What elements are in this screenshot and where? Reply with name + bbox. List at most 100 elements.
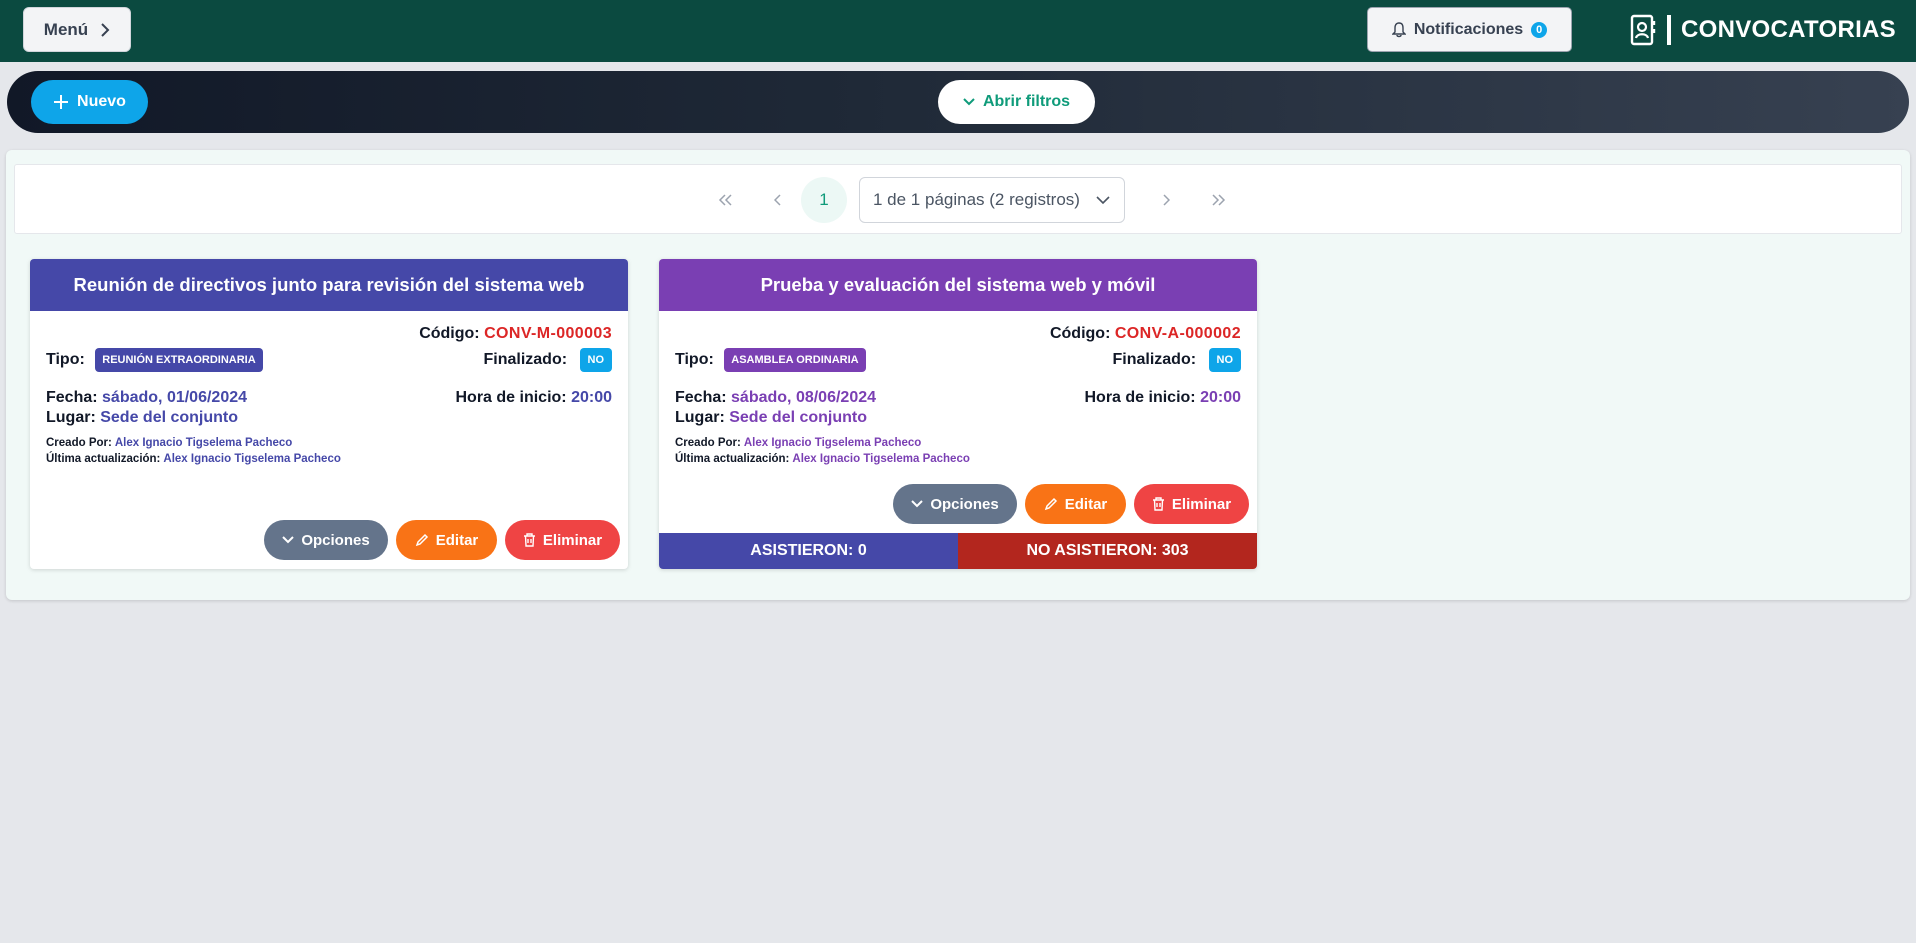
code-value: CONV-A-000002 (1114, 325, 1241, 342)
start-time-value: 20:00 (1200, 389, 1241, 406)
updated-by-row: Última actualización: Alex Ignacio Tigsel… (46, 453, 341, 465)
created-by-label: Creado Por: (675, 437, 741, 449)
delete-button[interactable]: Eliminar (505, 520, 620, 560)
created-by-label: Creado Por: (46, 437, 112, 449)
bell-icon (1391, 21, 1406, 37)
top-navbar: Menú Notificaciones 0 CONVOCATORIAS (0, 0, 1916, 62)
start-time-row: Hora de inicio: 20:00 (1085, 389, 1242, 407)
type-row: Tipo: REUNIÓN EXTRAORDINARIA (46, 348, 263, 372)
pagination-bar: 1 1 de 1 páginas (2 registros) (14, 164, 1902, 234)
type-label: Tipo: (675, 351, 714, 369)
date-row: Fecha: sábado, 08/06/2024 (675, 389, 876, 407)
card-body: Código: CONV-M-000003 Tipo: REUNIÓN EXTR… (30, 311, 628, 569)
created-by-value: Alex Ignacio Tigselema Pacheco (114, 437, 293, 449)
delete-button[interactable]: Eliminar (1134, 484, 1249, 524)
section-brand: CONVOCATORIAS (1629, 12, 1896, 48)
double-chevron-left-icon (718, 194, 732, 206)
previous-page-button[interactable] (755, 177, 801, 223)
pencil-icon (415, 533, 428, 547)
start-time-row: Hora de inicio: 20:00 (456, 389, 613, 407)
finished-label: Finalizado: (1112, 351, 1197, 369)
edit-label: Editar (1064, 495, 1108, 513)
date-label: Fecha: (675, 389, 727, 406)
place-row: Lugar: Sede del conjunto (46, 409, 238, 427)
page-title: CONVOCATORIAS (1680, 16, 1896, 43)
menu-button[interactable]: Menú (23, 7, 131, 52)
place-label: Lugar: (675, 409, 725, 426)
updated-by-row: Última actualización: Alex Ignacio Tigsel… (675, 453, 970, 465)
card-title: Prueba y evaluación del sistema web y mó… (659, 259, 1257, 311)
updated-by-value: Alex Ignacio Tigselema Pacheco (163, 453, 341, 465)
chevron-right-icon (101, 22, 110, 37)
not-attended-count: NO ASISTIERON: 303 (958, 533, 1257, 569)
chevron-down-icon (911, 500, 924, 508)
new-button[interactable]: Nuevo (31, 80, 148, 124)
type-badge: ASAMBLEA ORDINARIA (724, 348, 866, 372)
start-time-label: Hora de inicio: (1084, 389, 1196, 406)
place-value: Sede del conjunto (100, 409, 239, 426)
notifications-button[interactable]: Notificaciones 0 (1367, 7, 1572, 52)
card-actions: Opciones Editar Eliminar (264, 520, 620, 560)
current-page-button[interactable]: 1 (801, 177, 847, 223)
edit-button[interactable]: Editar (396, 520, 497, 560)
new-label: Nuevo (77, 93, 126, 110)
options-label: Opciones (930, 495, 999, 513)
place-label: Lugar: (46, 409, 96, 426)
created-by-value: Alex Ignacio Tigselema Pacheco (743, 437, 922, 449)
edit-label: Editar (435, 531, 479, 549)
start-time-label: Hora de inicio: (455, 389, 567, 406)
first-page-button[interactable] (702, 177, 748, 223)
next-page-button[interactable] (1143, 177, 1189, 223)
date-value: sábado, 08/06/2024 (731, 389, 877, 406)
start-time-value: 20:00 (571, 389, 612, 406)
chevron-down-icon (282, 536, 295, 544)
delete-label: Eliminar (542, 531, 603, 549)
brand-separator (1666, 15, 1671, 45)
finished-badge: NO (1208, 348, 1241, 372)
trash-icon (523, 533, 535, 547)
code-row: Código: CONV-M-000003 (419, 325, 612, 343)
code-label: Código: (1049, 325, 1111, 342)
convocatoria-card: Reunión de directivos junto para revisió… (30, 259, 628, 569)
pencil-icon (1044, 497, 1057, 511)
options-button[interactable]: Opciones (893, 484, 1017, 524)
edit-button[interactable]: Editar (1025, 484, 1126, 524)
finished-row: Finalizado: NO (1112, 348, 1241, 372)
menu-label: Menú (43, 19, 89, 39)
options-button[interactable]: Opciones (264, 520, 388, 560)
created-by-row: Creado Por: Alex Ignacio Tigselema Pachec… (675, 437, 921, 449)
date-row: Fecha: sábado, 01/06/2024 (46, 389, 247, 407)
card-title: Reunión de directivos junto para revisió… (30, 259, 628, 311)
place-row: Lugar: Sede del conjunto (675, 409, 867, 427)
code-label: Código: (419, 325, 480, 342)
type-badge: REUNIÓN EXTRAORDINARIA (95, 348, 263, 372)
code-row: Código: CONV-A-000002 (1050, 325, 1241, 343)
page-summary: 1 de 1 páginas (2 registros) (873, 190, 1080, 209)
chevron-left-icon (774, 194, 781, 206)
code-value: CONV-M-000003 (484, 325, 612, 342)
main-panel: 1 1 de 1 páginas (2 registros) Reunión d… (6, 150, 1910, 600)
attended-count: ASISTIERON: 0 (659, 533, 958, 569)
finished-row: Finalizado: NO (483, 348, 612, 372)
trash-icon (1152, 497, 1164, 511)
last-page-button[interactable] (1196, 177, 1242, 223)
open-filters-button[interactable]: Abrir filtros (938, 80, 1095, 124)
convocatoria-card: Prueba y evaluación del sistema web y mó… (659, 259, 1257, 569)
plus-icon (54, 95, 69, 109)
updated-by-value: Alex Ignacio Tigselema Pacheco (792, 453, 970, 465)
date-label: Fecha: (46, 389, 98, 406)
type-label: Tipo: (46, 351, 85, 369)
action-bar: Nuevo Abrir filtros (7, 71, 1909, 133)
delete-label: Eliminar (1171, 495, 1232, 513)
chevron-down-icon (963, 98, 975, 106)
card-body: Código: CONV-A-000002 Tipo: ASAMBLEA ORD… (659, 311, 1257, 569)
page-select-dropdown[interactable]: 1 de 1 páginas (2 registros) (859, 177, 1125, 223)
updated-by-label: Última actualización: (675, 453, 790, 465)
chevron-down-icon (1096, 195, 1110, 204)
type-row: Tipo: ASAMBLEA ORDINARIA (675, 348, 866, 372)
open-filters-label: Abrir filtros (982, 93, 1071, 110)
double-chevron-right-icon (1212, 194, 1226, 206)
created-by-row: Creado Por: Alex Ignacio Tigselema Pachec… (46, 437, 292, 449)
notifications-label: Notificaciones (1413, 20, 1524, 38)
attendance-bar: ASISTIERON: 0 NO ASISTIERON: 303 (659, 533, 1257, 569)
